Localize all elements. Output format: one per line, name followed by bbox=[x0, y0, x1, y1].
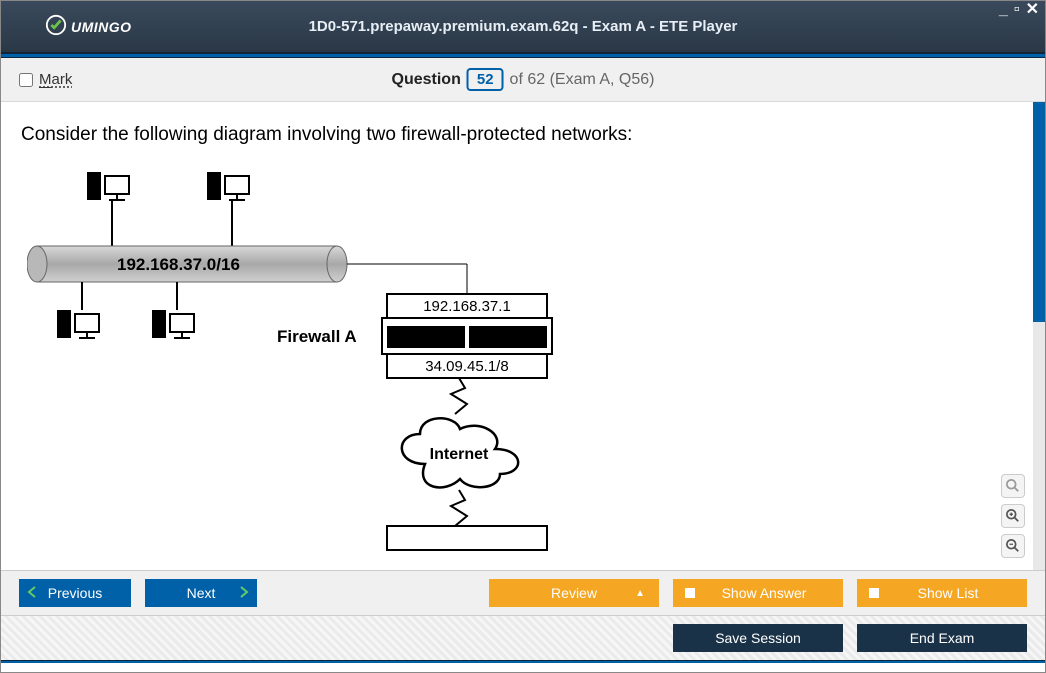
firewall-a-top-ip: 192.168.37.1 bbox=[423, 298, 511, 315]
mark-checkbox[interactable] bbox=[19, 73, 33, 87]
content-area: Consider the following diagram involving… bbox=[1, 102, 1045, 570]
minimize-icon[interactable]: _ bbox=[999, 3, 1008, 17]
question-total: of 62 (Exam A, Q56) bbox=[510, 71, 655, 89]
chevron-left-icon bbox=[27, 585, 37, 601]
show-list-label: Show List bbox=[918, 585, 979, 601]
stop-icon bbox=[869, 588, 879, 598]
end-exam-button[interactable]: End Exam bbox=[857, 624, 1027, 652]
zoom-out-icon[interactable] bbox=[1001, 534, 1025, 558]
session-button-bar: Save Session End Exam bbox=[1, 616, 1045, 660]
stop-icon bbox=[685, 588, 695, 598]
mark-group[interactable]: Mark bbox=[19, 71, 72, 88]
chevron-right-icon bbox=[239, 585, 249, 601]
show-list-button[interactable]: Show List bbox=[857, 579, 1027, 607]
mark-label[interactable]: Mark bbox=[39, 71, 72, 88]
brand-logo: UMINGO bbox=[45, 14, 132, 39]
show-answer-button[interactable]: Show Answer bbox=[673, 579, 843, 607]
footer-stripe bbox=[1, 660, 1045, 663]
question-number[interactable]: 52 bbox=[467, 68, 504, 91]
question-bar: Mark Question 52 of 62 (Exam A, Q56) bbox=[1, 58, 1045, 102]
firewall-a-bottom-ip: 34.09.45.1/8 bbox=[425, 358, 508, 375]
question-indicator: Question 52 of 62 (Exam A, Q56) bbox=[392, 68, 655, 91]
maximize-icon[interactable]: ▫ bbox=[1014, 3, 1020, 17]
zoom-in-icon[interactable] bbox=[1001, 504, 1025, 528]
save-session-button[interactable]: Save Session bbox=[673, 624, 843, 652]
zoom-controls bbox=[1001, 474, 1025, 558]
internet-label: Internet bbox=[430, 446, 489, 463]
previous-label: Previous bbox=[48, 585, 102, 601]
checkmark-icon bbox=[45, 14, 67, 39]
next-label: Next bbox=[187, 585, 216, 601]
triangle-up-icon: ▲ bbox=[635, 588, 645, 599]
brand-text: UMINGO bbox=[71, 19, 132, 35]
review-label: Review bbox=[551, 585, 597, 601]
window-controls: _ ▫ ✕ bbox=[999, 3, 1039, 17]
window-title: 1D0-571.prepaway.premium.exam.62q - Exam… bbox=[309, 18, 738, 35]
previous-button[interactable]: Previous bbox=[19, 579, 131, 607]
show-answer-label: Show Answer bbox=[722, 585, 807, 601]
firewall-a-label: Firewall A bbox=[277, 327, 357, 346]
nav-button-bar: Previous Next Review ▲ Show Answer Show … bbox=[1, 570, 1045, 616]
network-diagram: 192.168.37.0/16 bbox=[27, 172, 587, 570]
question-text: Consider the following diagram involving… bbox=[21, 124, 1025, 146]
close-icon[interactable]: ✕ bbox=[1026, 3, 1039, 17]
question-label: Question bbox=[392, 71, 461, 89]
review-button[interactable]: Review ▲ bbox=[489, 579, 659, 607]
next-button[interactable]: Next bbox=[145, 579, 257, 607]
zoom-search-icon[interactable] bbox=[1001, 474, 1025, 498]
titlebar: UMINGO 1D0-571.prepaway.premium.exam.62q… bbox=[1, 1, 1045, 53]
network-cidr-text: 192.168.37.0/16 bbox=[117, 255, 240, 274]
